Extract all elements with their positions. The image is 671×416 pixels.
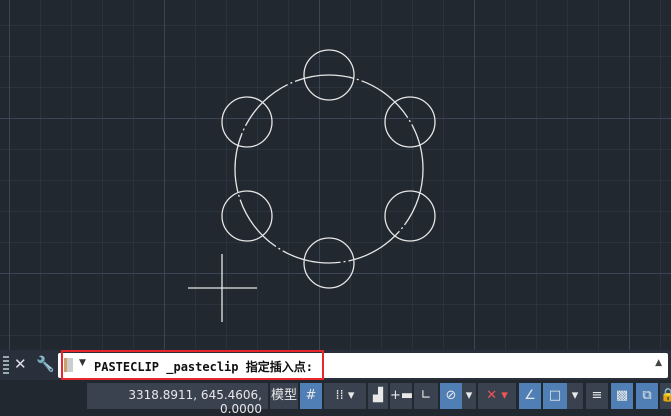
polar-tracking-icon[interactable]: ⊘ [440, 383, 462, 409]
object-snap-tracking-icon[interactable]: ∠ [519, 383, 541, 409]
grip-handle-icon[interactable] [3, 356, 9, 374]
infer-constraints-icon[interactable]: ▟ [368, 383, 388, 409]
snap-mode-icon[interactable]: ⁞⁞ ▾ [324, 383, 366, 409]
lock-icon[interactable]: 🔒 [660, 383, 671, 409]
object-snap-dropdown-icon[interactable]: ▾ [567, 383, 583, 409]
lineweight-icon[interactable]: ≡ [586, 383, 608, 409]
model-space-button[interactable]: 模型 [270, 383, 298, 409]
crosshair-cursor [188, 254, 257, 322]
coordinates-readout: 3318.8911, 645.4606, 0.0000 [87, 383, 268, 416]
wrench-icon[interactable]: 🔧 [36, 355, 55, 373]
dynamic-input-icon[interactable]: +▬ [390, 383, 413, 409]
drawing-canvas[interactable] [0, 0, 671, 350]
selection-cycling-icon[interactable]: ⧉ [636, 383, 658, 409]
polar-dropdown-icon[interactable]: ▾ [462, 383, 476, 409]
transparency-icon[interactable]: ▩ [611, 383, 633, 409]
grid-toggle-icon[interactable]: # [300, 383, 322, 409]
chevron-up-icon[interactable]: ▲ [655, 358, 662, 368]
drawing [188, 49, 436, 322]
ortho-mode-icon[interactable]: ∟ [414, 383, 438, 409]
close-icon[interactable]: ✕ [14, 355, 27, 373]
isometric-drafting-icon[interactable]: ✕ ▾ [478, 383, 516, 409]
highlight-box [61, 350, 324, 380]
object-snap-icon[interactable]: □ [543, 383, 567, 409]
